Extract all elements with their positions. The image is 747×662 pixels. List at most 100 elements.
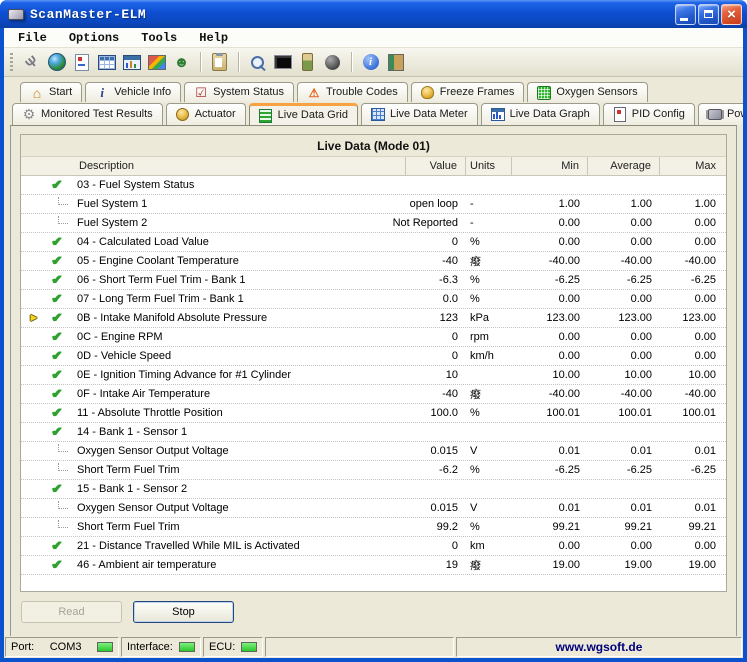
pointer-arrow-icon: ► xyxy=(29,312,40,324)
battery-icon[interactable] xyxy=(297,52,318,73)
column-header-value[interactable]: Value xyxy=(406,157,466,175)
tab-freeze-frames[interactable]: Freeze Frames xyxy=(411,82,525,102)
max-cell: 19.00 xyxy=(660,559,726,571)
column-header-max[interactable]: Max xyxy=(660,157,726,175)
terminal-icon[interactable] xyxy=(272,52,293,73)
row-status: ✔ xyxy=(47,234,69,250)
table-row[interactable]: Fuel System 1open loop-1.001.001.00 xyxy=(21,195,726,214)
search-icon[interactable] xyxy=(247,52,268,73)
tab-system-status[interactable]: System Status xyxy=(184,82,294,102)
connect-icon[interactable] xyxy=(21,52,42,73)
maximize-button[interactable] xyxy=(698,4,719,25)
menu-item-options[interactable]: Options xyxy=(61,30,127,46)
table-row[interactable]: Oxygen Sensor Output Voltage0.015V0.010.… xyxy=(21,442,726,461)
table-row[interactable]: ✔04 - Calculated Load Value0%0.000.000.0… xyxy=(21,233,726,252)
max-cell: 0.00 xyxy=(660,217,726,229)
info-icon[interactable] xyxy=(360,52,381,73)
title-bar[interactable]: ScanMaster-ELM × xyxy=(0,0,747,28)
max-cell: -6.25 xyxy=(660,464,726,476)
data-table-icon[interactable] xyxy=(96,52,117,73)
status-port-panel: Port: COM3 xyxy=(5,637,119,657)
max-cell: 0.01 xyxy=(660,445,726,457)
tab-live-data-graph[interactable]: Live Data Graph xyxy=(481,103,600,125)
table-row[interactable]: ✔0F - Intake Air Temperature-40癈-40.00-4… xyxy=(21,385,726,404)
table-row[interactable]: ✔07 - Long Term Fuel Trim - Bank 10.0%0.… xyxy=(21,290,726,309)
report-icon[interactable] xyxy=(71,52,92,73)
table-row[interactable]: ✔05 - Engine Coolant Temperature-40癈-40.… xyxy=(21,252,726,271)
graph-icon xyxy=(491,108,505,122)
tab-power[interactable]: Power xyxy=(698,103,743,125)
live-data-panel: Live Data (Mode 01) DescriptionValueUnit… xyxy=(10,125,737,636)
status-ecu-panel: ECU: xyxy=(203,637,263,657)
min-cell: -40.00 xyxy=(512,388,588,400)
tab-trouble-codes[interactable]: Trouble Codes xyxy=(297,82,408,102)
row-status: ✔ xyxy=(47,272,69,288)
paste-icon[interactable] xyxy=(209,52,230,73)
table-row[interactable]: Short Term Fuel Trim-6.2%-6.25-6.25-6.25 xyxy=(21,461,726,480)
table-row[interactable]: ✔0E - Ignition Timing Advance for #1 Cyl… xyxy=(21,366,726,385)
website-link[interactable]: www.wgsoft.de xyxy=(556,640,643,654)
table-row[interactable]: ✔11 - Absolute Throttle Position100.0%10… xyxy=(21,404,726,423)
table-row[interactable]: Short Term Fuel Trim99.2%99.2199.2199.21 xyxy=(21,518,726,537)
button-row: Read Stop xyxy=(21,601,736,623)
close-button[interactable]: × xyxy=(721,4,742,25)
table-row[interactable]: ✔03 - Fuel System Status xyxy=(21,176,726,195)
client-area: File Options Tools Help StartVehicle InfoSy… xyxy=(4,28,743,636)
chart-window-icon[interactable] xyxy=(121,52,142,73)
table-row[interactable]: ►✔0B - Intake Manifold Absolute Pressure… xyxy=(21,309,726,328)
table-row[interactable]: ✔0D - Vehicle Speed0km/h0.000.000.00 xyxy=(21,347,726,366)
tree-connector-icon xyxy=(58,444,68,452)
sphere-icon[interactable] xyxy=(322,52,343,73)
description-cell: 46 - Ambient air temperature xyxy=(69,559,406,571)
table-row[interactable]: ✔21 - Distance Travelled While MIL is Ac… xyxy=(21,537,726,556)
table-row[interactable]: ✔46 - Ambient air temperature19癈19.0019.… xyxy=(21,556,726,575)
max-cell: 100.01 xyxy=(660,407,726,419)
value-cell: -6.3 xyxy=(406,274,466,286)
units-cell: % xyxy=(466,464,512,476)
table-row[interactable]: ✔0C - Engine RPM0rpm0.000.000.00 xyxy=(21,328,726,347)
column-header-description[interactable]: Description xyxy=(21,157,406,175)
column-header-average[interactable]: Average xyxy=(588,157,660,175)
tab-start[interactable]: Start xyxy=(20,82,82,102)
stop-button[interactable]: Stop xyxy=(133,601,234,623)
max-cell: 0.00 xyxy=(660,331,726,343)
table-row[interactable]: Fuel System 2Not Reported-0.000.000.00 xyxy=(21,214,726,233)
max-cell: 1.00 xyxy=(660,198,726,210)
description-cell: Fuel System 2 xyxy=(69,217,393,229)
table-row[interactable]: ✔15 - Bank 1 - Sensor 2 xyxy=(21,480,726,499)
min-cell: 0.00 xyxy=(512,217,588,229)
image-window-icon[interactable] xyxy=(146,52,167,73)
column-header-units[interactable]: Units xyxy=(466,157,512,175)
menu-item-file[interactable]: File xyxy=(10,30,55,46)
row-status: ✔ xyxy=(47,386,69,402)
minimize-button[interactable] xyxy=(675,4,696,25)
table-row[interactable]: ✔06 - Short Term Fuel Trim - Bank 1-6.3%… xyxy=(21,271,726,290)
column-header-min[interactable]: Min xyxy=(512,157,588,175)
check-icon: ✔ xyxy=(47,310,62,325)
units-cell: - xyxy=(466,198,512,210)
table-row[interactable]: ✔14 - Bank 1 - Sensor 1 xyxy=(21,423,726,442)
tab-live-data-meter[interactable]: Live Data Meter xyxy=(361,103,478,125)
table-row[interactable]: Oxygen Sensor Output Voltage0.015V0.010.… xyxy=(21,499,726,518)
description-cell: 06 - Short Term Fuel Trim - Bank 1 xyxy=(69,274,406,286)
toolbar-grip[interactable] xyxy=(10,53,13,71)
check-icon: ✔ xyxy=(47,405,62,420)
tab-pid-config[interactable]: PID Config xyxy=(603,103,695,125)
average-cell: 10.00 xyxy=(588,369,660,381)
description-cell: Oxygen Sensor Output Voltage xyxy=(69,502,406,514)
globe-icon[interactable] xyxy=(46,52,67,73)
read-button[interactable]: Read xyxy=(21,601,122,623)
exit-icon[interactable] xyxy=(385,52,406,73)
menu-item-help[interactable]: Help xyxy=(191,30,236,46)
description-cell: Short Term Fuel Trim xyxy=(69,521,406,533)
user-icon[interactable] xyxy=(171,52,192,73)
tab-live-data-grid[interactable]: Live Data Grid xyxy=(249,103,358,125)
tab-actuator[interactable]: Actuator xyxy=(166,103,246,125)
tab-vehicle-info[interactable]: Vehicle Info xyxy=(85,82,181,102)
row-status xyxy=(47,216,69,230)
max-cell: 0.00 xyxy=(660,293,726,305)
menu-item-tools[interactable]: Tools xyxy=(133,30,185,46)
tab-monitored-test-results[interactable]: Monitored Test Results xyxy=(12,103,163,125)
row-status: ✔ xyxy=(47,310,69,326)
tab-oxygen-sensors[interactable]: Oxygen Sensors xyxy=(527,82,647,102)
